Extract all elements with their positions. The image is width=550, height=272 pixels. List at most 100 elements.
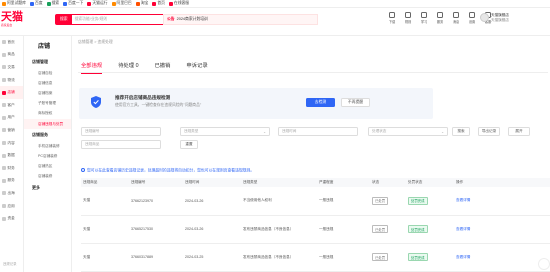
violation-id-input[interactable]: 违规编号 (81, 127, 161, 136)
left-nav-item[interactable]: 资金 (0, 212, 23, 225)
left-nav-item[interactable]: 首页 (0, 36, 23, 49)
sub-nav-item[interactable]: 店铺信息 (24, 78, 71, 88)
cell-text: 天猫 (83, 254, 91, 259)
bookmark-item[interactable]: 天猫运行 (87, 1, 108, 6)
violation-item-input[interactable]: 违规商品 (81, 140, 161, 149)
reset-button[interactable]: 重置 (180, 140, 198, 149)
sub-nav-item[interactable]: 店铺违规与处罚 (24, 118, 71, 130)
cell-text: 37665217530 (131, 227, 153, 231)
violation-time-picker[interactable]: 违规时间 (278, 127, 358, 136)
search-button[interactable]: 搜索 (452, 127, 470, 136)
column-header: 处罚状态 (406, 178, 454, 187)
bookmark-label: 首页 (157, 1, 165, 5)
bookmark-item[interactable]: 阿里试题库 (2, 1, 26, 6)
cell-text: 2024-03-26 (185, 198, 204, 203)
view-detail-link[interactable]: 查看详情 (456, 198, 470, 202)
tool-settings-button[interactable]: 设置 (466, 12, 478, 24)
tab-divider (78, 71, 548, 73)
table-cell: 查看详情 (454, 243, 550, 272)
header-tools: 下载 规则 学习 服务 消息 设置 客服 (386, 12, 494, 24)
bookmark-label: 搜索 (51, 1, 60, 5)
left-nav-label: 出海 (7, 190, 15, 195)
sub-nav-group-title[interactable]: 店铺服务 (24, 129, 71, 141)
tool-service-button[interactable]: 服务 (434, 12, 446, 24)
tool-learn-button[interactable]: 学习 (418, 12, 430, 24)
sub-nav-group-title[interactable]: 店铺管理 (24, 56, 71, 68)
table-cell: 天猫 (81, 243, 129, 272)
sub-nav-item[interactable]: 店铺档案 (24, 88, 71, 98)
breadcrumb: 店铺管理 > 违规处理 (78, 40, 113, 44)
tool-download-button[interactable]: 下载 (386, 12, 398, 24)
left-nav-item[interactable]: 店铺 (0, 86, 23, 99)
sub-nav: 店铺 店铺管理 店铺自检 店铺信息 店铺档案 子账号管理 商标授权 店铺违规与处罚 店铺服务手… (24, 36, 72, 272)
export-button[interactable]: 导出记录 (478, 127, 500, 136)
user-menu[interactable]: 天猫旗舰店 天猫旗舰店 (480, 13, 509, 22)
column-header: 违规类型 (241, 178, 317, 187)
left-nav-item[interactable]: 服务 (0, 175, 23, 188)
rule-icon (405, 12, 411, 18)
sub-nav-item[interactable]: PC店铺装修 (24, 151, 71, 161)
table-cell: 查看详情 (454, 187, 550, 216)
left-nav-label: 店铺 (7, 90, 15, 95)
nav-icon (2, 128, 6, 133)
bookmark-item[interactable]: 在线客服 (168, 1, 189, 6)
bookmark-item[interactable]: 首页 (152, 1, 165, 6)
nav-icon (2, 166, 6, 171)
bookmark-item[interactable]: 百度一下 (63, 1, 83, 6)
table-cell: 天猫 (81, 187, 129, 216)
tool-message-button[interactable]: 消息 (450, 12, 462, 24)
status-select[interactable]: 处理状态 ⌄ (368, 127, 448, 136)
left-nav-item[interactable]: 用户 (0, 112, 23, 125)
sub-nav-group-title[interactable]: 更多 (24, 182, 71, 194)
dismiss-button[interactable]: 不再提醒 (341, 98, 370, 107)
left-nav-item[interactable]: 物流 (0, 74, 23, 87)
left-nav-item[interactable]: 数据 (0, 149, 23, 162)
expand-button[interactable]: 展开 (508, 127, 530, 136)
bookmark-item[interactable]: 阿里巴巴 (111, 1, 132, 6)
nav-icon (2, 216, 6, 221)
tmall-logo[interactable]: 天猫 商家后台 (1, 11, 27, 33)
violation-type-placeholder: 违规类型 (184, 129, 199, 133)
global-search[interactable]: 搜索 搜索功能/业务/规则 (55, 14, 170, 25)
bookmark-item[interactable]: 百度 (29, 1, 43, 6)
column-header: 严重程度 (317, 178, 370, 187)
avatar[interactable] (480, 13, 489, 22)
table-cell: 2024-03-26 (183, 187, 241, 216)
sub-nav-item[interactable]: 子账号管理 (24, 99, 71, 109)
baidu-icon (29, 1, 34, 6)
sub-nav-item[interactable]: 店铺装修 (24, 172, 71, 182)
tool-label: 消息 (452, 20, 460, 24)
sub-nav-item[interactable]: 店铺自检 (24, 68, 71, 78)
left-nav-item[interactable]: 应用 (0, 200, 23, 213)
left-nav-item[interactable]: 交易 (0, 61, 23, 74)
left-nav-item[interactable]: 营销 (0, 124, 23, 137)
notice-text[interactable]: 2024商家计划培训 (177, 17, 208, 22)
bookmarks-bar: 阿里试题库 百度 搜索 百度一下 天猫运行 阿里巴巴 淘宝 首页 在线客服 (0, 0, 550, 8)
sub-nav-item[interactable]: 手机店铺装修 (24, 141, 71, 151)
bookmark-item[interactable]: 淘宝 (135, 1, 148, 6)
left-nav-item[interactable]: 内容 (0, 137, 23, 150)
column-header: 违规编号 (129, 178, 183, 187)
table-cell: 处罚完成 (406, 215, 454, 244)
sub-nav-item[interactable]: 店铺热区 (24, 162, 71, 172)
paw-icon (63, 1, 68, 6)
violation-type-select[interactable]: 违规类型 ⌄ (180, 127, 270, 136)
search-input[interactable]: 搜索功能/业务/规则 (72, 17, 169, 22)
tool-rule-button[interactable]: 规则 (402, 12, 414, 24)
start-detect-button[interactable]: 去检测 (306, 98, 335, 107)
bookmark-item[interactable]: 搜索 (46, 1, 60, 6)
search-scope-button[interactable]: 搜索 (56, 15, 72, 24)
view-detail-link[interactable]: 查看详情 (456, 255, 470, 259)
left-nav-label: 客户 (7, 102, 15, 107)
sub-nav-item[interactable]: 商标授权 (24, 109, 71, 119)
column-header: 违规商品 (81, 178, 129, 187)
notice-bar[interactable]: 公告 2024商家计划培训 (163, 14, 318, 25)
left-nav-item[interactable]: 财务 (0, 162, 23, 175)
left-nav-item[interactable]: 客户 (0, 99, 23, 112)
sub-nav-groups: 店铺管理 店铺自检 店铺信息 店铺档案 子账号管理 商标授权 店铺违规与处罚 店铺服务 手机店铺… (24, 56, 71, 194)
nav-icon (2, 115, 6, 120)
float-service-button[interactable] (538, 258, 550, 270)
left-nav-item[interactable]: 商品 (0, 49, 23, 62)
left-nav-item[interactable]: 出海 (0, 187, 23, 200)
view-detail-link[interactable]: 查看详情 (456, 227, 470, 231)
